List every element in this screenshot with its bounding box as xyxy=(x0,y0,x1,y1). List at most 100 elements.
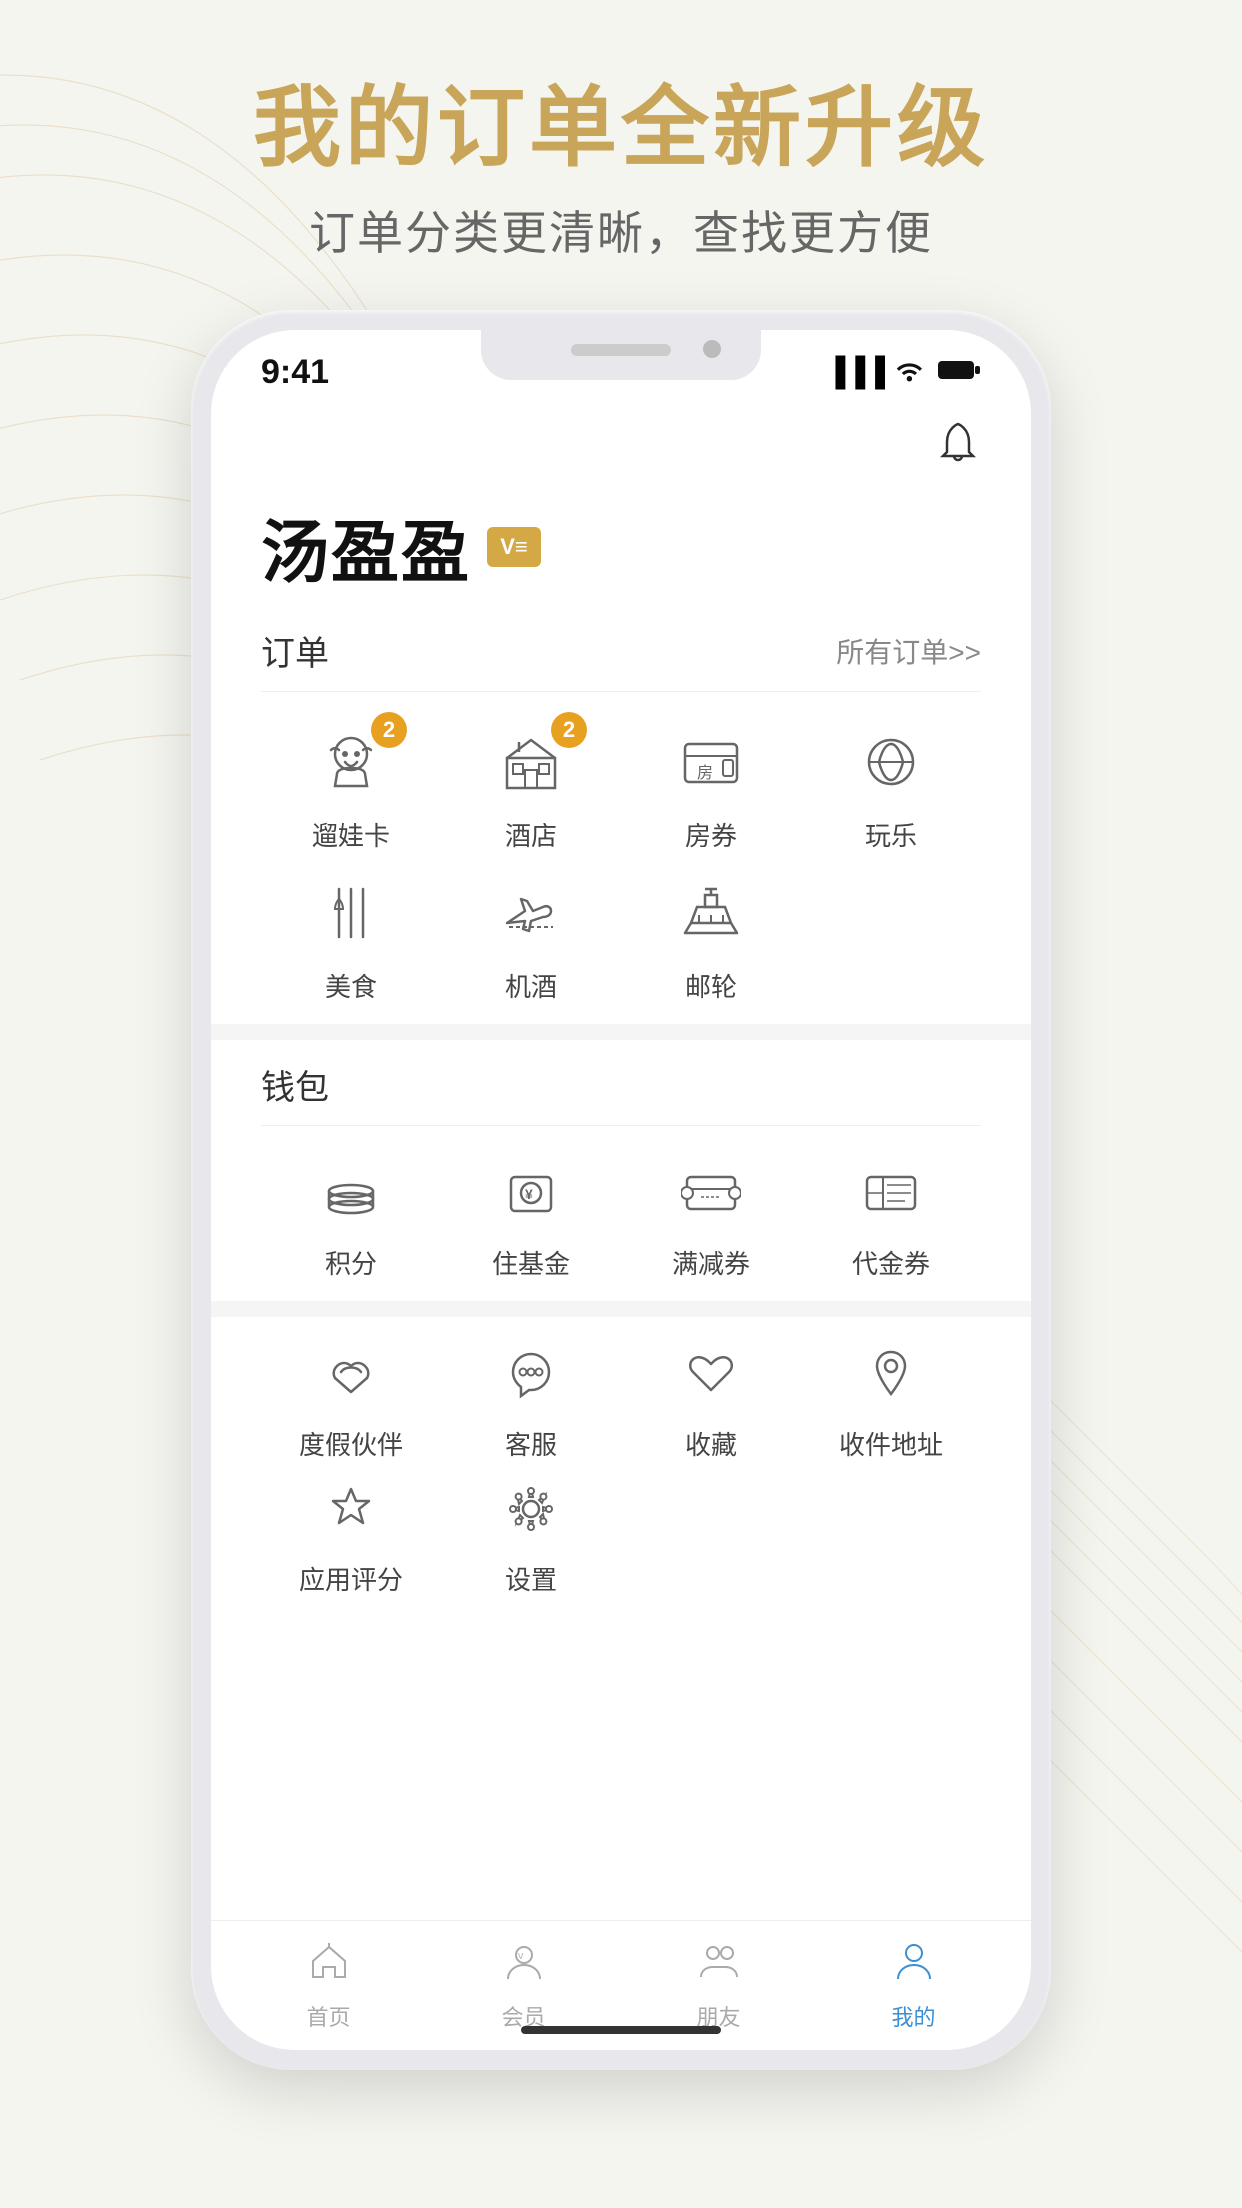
order-item-hotel[interactable]: 2 酒店 xyxy=(441,722,621,853)
service-item-address[interactable]: 收件地址 xyxy=(801,1337,981,1462)
ludwaka-label: 遛娃卡 xyxy=(312,816,390,853)
phone-speaker xyxy=(571,344,671,356)
fangquan-icon-wrap: 房 xyxy=(671,722,751,802)
wanle-icon-wrap xyxy=(851,722,931,802)
order-item-jijiu[interactable]: 机酒 xyxy=(441,873,621,1004)
service-item-rating[interactable]: 应用评分 xyxy=(261,1472,441,1597)
manzjian-icon xyxy=(674,1156,748,1230)
nav-item-member[interactable]: V 会员 xyxy=(426,1939,621,2032)
wallet-item-zhujijin[interactable]: ¥ 住基金 xyxy=(441,1156,621,1281)
wanle-label: 玩乐 xyxy=(865,816,917,853)
empty-slot-1 xyxy=(621,1472,801,1597)
holiday-partner-label: 度假伙伴 xyxy=(299,1425,403,1462)
phone-frame: 9:41 ▐▐▐ xyxy=(191,310,1051,2070)
nav-item-friends[interactable]: 朋友 xyxy=(621,1939,816,2032)
section-divider-2 xyxy=(211,1301,1031,1317)
fangquan-label: 房券 xyxy=(685,816,737,853)
vip-badge: V≡ xyxy=(487,527,541,567)
jijiu-label: 机酒 xyxy=(505,967,557,1004)
user-name-area: 汤盈盈 V≡ xyxy=(261,497,981,596)
service-item-shoucang[interactable]: 收藏 xyxy=(621,1337,801,1462)
mine-nav-label: 我的 xyxy=(891,2000,935,2032)
order-section-title: 订单 xyxy=(261,626,329,675)
home-nav-icon xyxy=(307,1939,351,1994)
jfen-icon xyxy=(314,1156,388,1230)
top-bar xyxy=(261,400,981,487)
hotel-badge: 2 xyxy=(551,712,587,748)
shoucang-icon xyxy=(674,1337,748,1411)
daijinquan-label: 代金券 xyxy=(852,1244,930,1281)
holiday-partner-icon xyxy=(314,1337,388,1411)
address-icon xyxy=(854,1337,928,1411)
order-item-ludwaka[interactable]: 2 遛娃卡 xyxy=(261,722,441,853)
kefu-label: 客服 xyxy=(505,1425,557,1462)
svg-text:V: V xyxy=(518,1952,524,1961)
service-item-kefu[interactable]: 客服 xyxy=(441,1337,621,1462)
bell-icon[interactable] xyxy=(935,420,981,477)
youlun-label: 邮轮 xyxy=(685,967,737,1004)
empty-slot-2 xyxy=(801,1472,981,1597)
status-time: 9:41 xyxy=(261,353,329,392)
address-label: 收件地址 xyxy=(839,1425,943,1462)
order-item-fangquan[interactable]: 房 房券 xyxy=(621,722,801,853)
wallet-item-daijinquan[interactable]: 代金券 xyxy=(801,1156,981,1281)
service-item-holiday-partner[interactable]: 度假伙伴 xyxy=(261,1337,441,1462)
shoucang-label: 收藏 xyxy=(685,1425,737,1462)
daijinquan-icon xyxy=(854,1156,928,1230)
nav-item-mine[interactable]: 我的 xyxy=(816,1939,1011,2032)
header-area: 我的订单全新升级 订单分类更清晰，查找更方便 xyxy=(0,80,1242,263)
wallet-item-manzjian[interactable]: 满减券 xyxy=(621,1156,801,1281)
kefu-icon xyxy=(494,1337,568,1411)
jijiu-icon-wrap xyxy=(491,873,571,953)
services-grid-2: 应用评分 xyxy=(261,1472,981,1597)
battery-icon xyxy=(937,358,981,387)
meishi-icon-wrap xyxy=(311,873,391,953)
app-content: 汤盈盈 V≡ 订单 所有订单>> xyxy=(211,400,1031,1920)
rating-label: 应用评分 xyxy=(299,1560,403,1597)
wallet-grid: 积分 ¥ 住基金 xyxy=(261,1156,981,1281)
member-nav-icon: V xyxy=(502,1939,546,1994)
wallet-item-jfen[interactable]: 积分 xyxy=(261,1156,441,1281)
svg-text:房: 房 xyxy=(697,764,713,782)
meishi-label: 美食 xyxy=(325,967,377,1004)
rating-icon xyxy=(314,1472,388,1546)
order-section-link[interactable]: 所有订单>> xyxy=(836,631,981,671)
user-name: 汤盈盈 xyxy=(261,497,471,596)
phone-inner: 9:41 ▐▐▐ xyxy=(211,330,1031,2050)
wallet-section: 钱包 积分 xyxy=(261,1060,981,1281)
home-indicator xyxy=(521,2026,721,2034)
phone-notch xyxy=(481,330,761,380)
services-grid-1: 度假伙伴 客服 xyxy=(261,1337,981,1462)
bottom-spacer xyxy=(261,1607,981,1637)
hotel-icon-wrap: 2 xyxy=(491,722,571,802)
zhujijin-label: 住基金 xyxy=(492,1244,570,1281)
ludwaka-icon-wrap: 2 xyxy=(311,722,391,802)
header-title: 我的订单全新升级 xyxy=(0,80,1242,177)
status-icons: ▐▐▐ xyxy=(825,356,981,388)
order-section-header: 订单 所有订单>> xyxy=(261,626,981,692)
jfen-label: 积分 xyxy=(325,1244,377,1281)
svg-text:¥: ¥ xyxy=(525,1186,533,1202)
manzjian-label: 满减券 xyxy=(672,1244,750,1281)
order-item-wanle[interactable]: 玩乐 xyxy=(801,722,981,853)
mine-nav-icon xyxy=(892,1939,936,1994)
settings-icon xyxy=(494,1472,568,1546)
hotel-label: 酒店 xyxy=(505,816,557,853)
phone-camera xyxy=(703,340,721,358)
signal-icon: ▐▐▐ xyxy=(825,356,885,388)
order-item-youlun[interactable]: 邮轮 xyxy=(621,873,801,1004)
header-subtitle: 订单分类更清晰，查找更方便 xyxy=(0,197,1242,263)
ludwaka-badge: 2 xyxy=(371,712,407,748)
section-divider-1 xyxy=(211,1024,1031,1040)
friends-nav-icon xyxy=(697,1939,741,1994)
zhujijin-icon: ¥ xyxy=(494,1156,568,1230)
wallet-section-title: 钱包 xyxy=(261,1060,329,1109)
wifi-icon xyxy=(895,358,927,387)
order-item-meishi[interactable]: 美食 xyxy=(261,873,441,1004)
service-item-settings[interactable]: 设置 xyxy=(441,1472,621,1597)
youlun-icon-wrap xyxy=(671,873,751,953)
order-grid: 2 遛娃卡 2 xyxy=(261,722,981,1004)
nav-item-home[interactable]: 首页 xyxy=(231,1939,426,2032)
home-nav-label: 首页 xyxy=(306,2000,350,2032)
wallet-section-header: 钱包 xyxy=(261,1060,981,1126)
